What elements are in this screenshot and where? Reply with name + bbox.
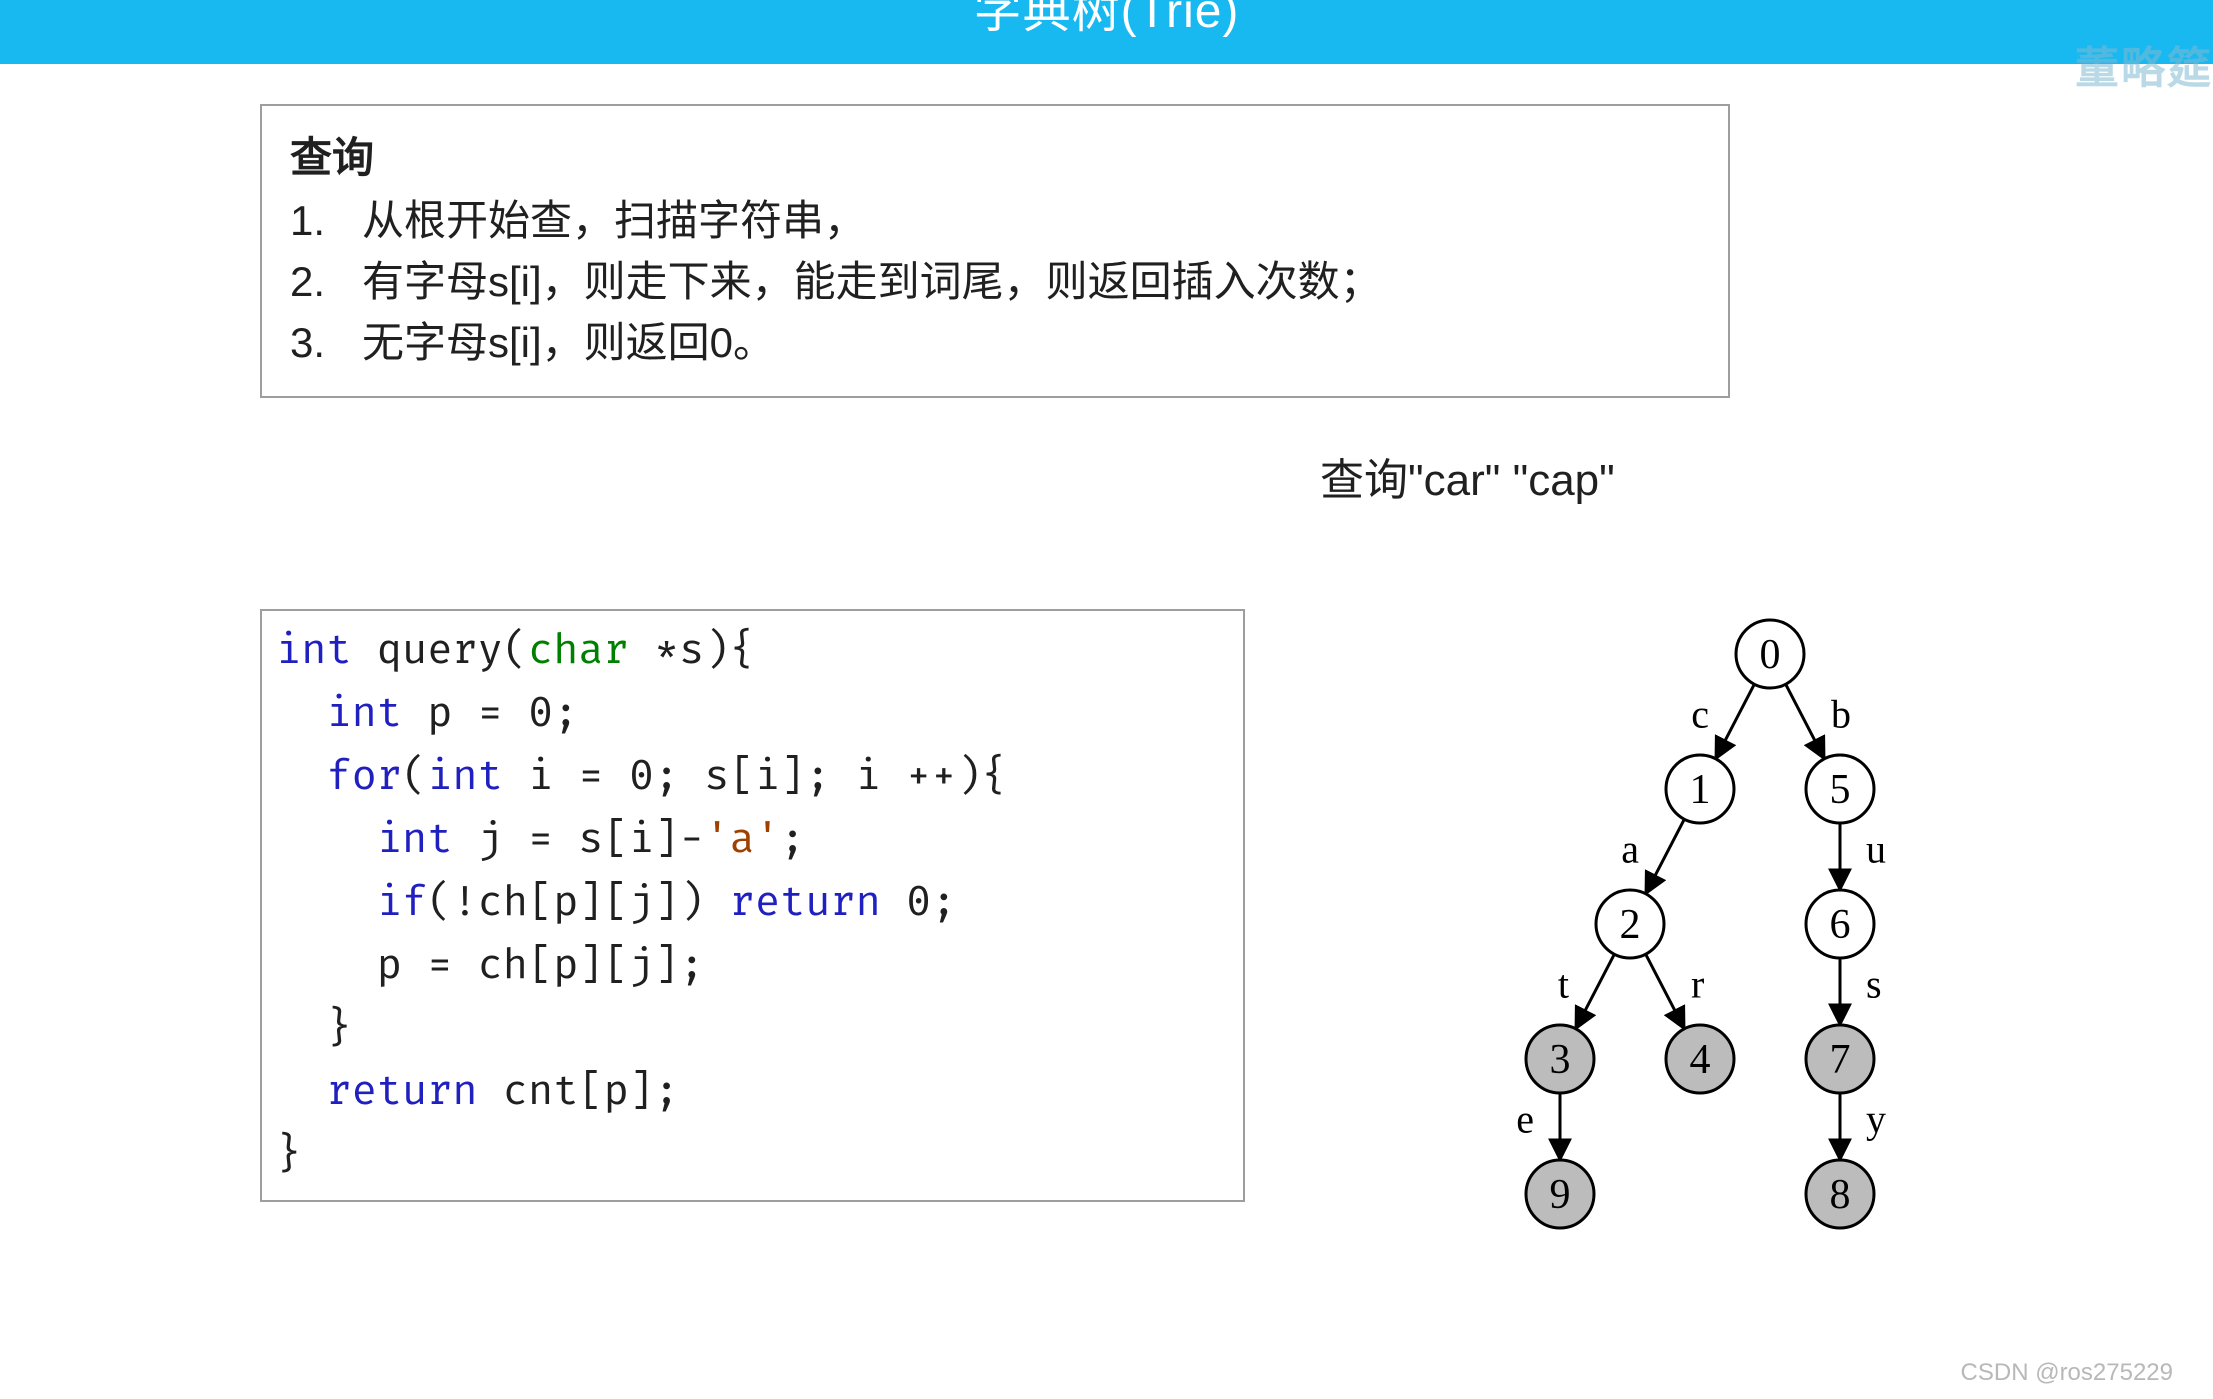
desc-item-1: 1. 从根开始查，扫描字符串， — [290, 191, 1700, 252]
tree-edge — [1786, 684, 1825, 759]
desc-num-2: 2. — [290, 252, 362, 313]
trie-tree-diagram: c b a u t r s e y 0 1 5 2 6 3 4 7 9 8 — [1500, 614, 1940, 1254]
tree-edge-label: y — [1866, 1097, 1886, 1142]
code-box: int query(char *s){ int p = 0; for(int i… — [260, 609, 1245, 1202]
code-kw: int — [377, 814, 453, 864]
code-t — [276, 1066, 326, 1116]
desc-text-1: 从根开始查，扫描字符串， — [362, 191, 866, 252]
tree-node-label: 4 — [1690, 1037, 1711, 1083]
code-t — [276, 751, 326, 801]
code-t — [276, 814, 377, 864]
tree-edge — [1576, 954, 1615, 1029]
code-t: *s){ — [629, 625, 755, 675]
code-t: (!ch[p][j]) — [427, 877, 729, 927]
desc-text-2: 有字母s[i]，则走下来，能走到词尾，则返回插入次数； — [362, 252, 1382, 313]
desc-item-3: 3. 无字母s[i]，则返回0。 — [290, 313, 1700, 374]
tree-edge-label: b — [1831, 692, 1851, 737]
code-kw: char — [528, 625, 629, 675]
tree-node-label: 1 — [1690, 767, 1711, 813]
tree-edge-label: a — [1621, 827, 1639, 872]
tree-edge — [1646, 954, 1685, 1029]
tree-edge-label: u — [1866, 827, 1886, 872]
tree-node-label: 8 — [1830, 1172, 1851, 1218]
code-t: i = 0; s[i]; i ++){ — [503, 751, 1007, 801]
desc-heading: 查询 — [290, 124, 1700, 185]
slide-page: 字典树(Trie) 董略筵 查询 1. 从根开始查，扫描字符串， 2. 有字母s… — [0, 0, 2213, 1399]
tree-edge-label: c — [1691, 692, 1709, 737]
code-t: p = 0; — [402, 688, 578, 738]
code-t: } — [276, 1003, 352, 1053]
desc-item-2: 2. 有字母s[i]，则走下来，能走到词尾，则返回插入次数； — [290, 252, 1700, 313]
code-kw: return — [730, 877, 881, 927]
query-example-label: 查询"car" "cap" — [1320, 444, 1615, 508]
code-t: } — [276, 1129, 301, 1179]
desc-num-3: 3. — [290, 313, 362, 374]
code-t: ( — [402, 751, 427, 801]
tree-node-label: 5 — [1830, 767, 1851, 813]
tree-edge — [1716, 684, 1755, 759]
code-kw: int — [276, 625, 352, 675]
desc-list: 1. 从根开始查，扫描字符串， 2. 有字母s[i]，则走下来，能走到词尾，则返… — [290, 191, 1700, 374]
code-t: j = s[i]- — [452, 814, 704, 864]
code-t: ; — [780, 814, 805, 864]
code-kw: return — [326, 1066, 477, 1116]
code-t — [276, 688, 326, 738]
desc-text-3: 无字母s[i]，则返回0。 — [362, 313, 775, 374]
code-t: 0; — [881, 877, 957, 927]
code-kw: int — [427, 751, 503, 801]
tree-node-label: 0 — [1760, 632, 1781, 678]
code-kw: int — [326, 688, 402, 738]
code-t: p = ch[p][j]; — [276, 940, 704, 990]
code-lit: 'a' — [704, 814, 780, 864]
description-box: 查询 1. 从根开始查，扫描字符串， 2. 有字母s[i]，则走下来，能走到词尾… — [260, 104, 1730, 398]
code-t: query( — [352, 625, 528, 675]
tree-node-label: 6 — [1830, 902, 1851, 948]
code-t — [276, 877, 377, 927]
tree-edge-label: s — [1866, 962, 1882, 1007]
tree-edge-label: r — [1691, 962, 1704, 1007]
tree-edge-label: t — [1558, 962, 1569, 1007]
tree-edge — [1646, 819, 1685, 894]
title-bar: 字典树(Trie) — [0, 0, 2213, 64]
code-t: cnt[p]; — [478, 1066, 680, 1116]
tree-node-label: 7 — [1830, 1037, 1851, 1083]
desc-num-1: 1. — [290, 191, 362, 252]
tree-edge-label: e — [1516, 1097, 1534, 1142]
slide-title: 字典树(Trie) — [974, 0, 1240, 36]
watermark-bottom: CSDN @ros275229 — [1961, 1359, 2173, 1387]
tree-node-label: 2 — [1620, 902, 1641, 948]
content-area: 查询 1. 从根开始查，扫描字符串， 2. 有字母s[i]，则走下来，能走到词尾… — [0, 64, 2213, 398]
code-kw: if — [377, 877, 427, 927]
code-kw: for — [326, 751, 402, 801]
tree-node-label: 3 — [1550, 1037, 1571, 1083]
tree-node-label: 9 — [1550, 1172, 1571, 1218]
